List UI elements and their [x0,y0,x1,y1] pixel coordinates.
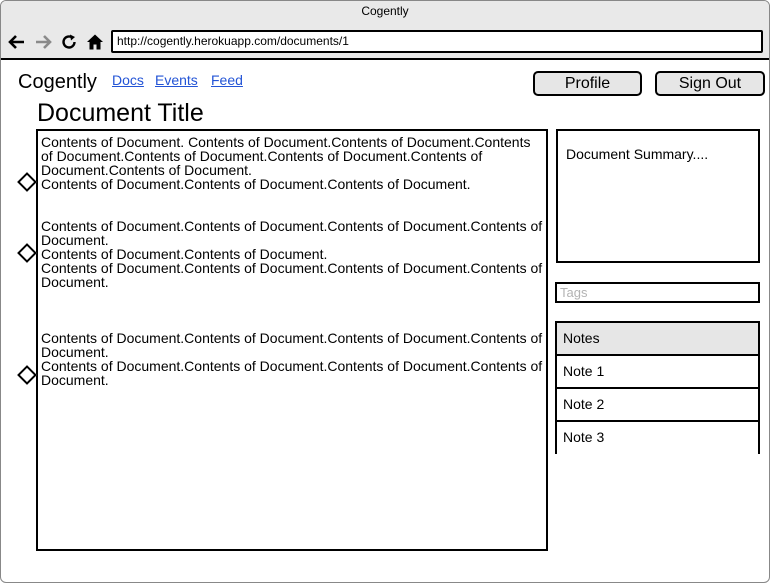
paragraph-marker-diamond-icon[interactable] [17,243,37,263]
browser-toolbar: http://cogently.herokuapp.com/documents/… [1,24,769,60]
notes-list: Notes Note 1 Note 2 Note 3 [555,321,760,455]
paragraph-line: Contents of Document.Contents of Documen… [41,246,328,262]
nav-link-feed[interactable]: Feed [211,72,243,89]
document-title: Document Title [37,99,204,127]
paragraph-line: Contents of Document.Contents of Documen… [41,330,543,360]
reload-icon[interactable] [59,30,79,54]
brand-logo[interactable]: Cogently [18,70,97,94]
paragraph-line: Contents of Document.Contents of Documen… [41,358,543,388]
window-titlebar: Cogently [1,1,769,24]
sign-out-button[interactable]: Sign Out [655,71,765,96]
notes-header: Notes [557,323,758,356]
note-item[interactable]: Note 2 [557,389,758,422]
browser-window: Cogently http://cogently.herokuapp.com/d… [0,0,770,583]
paragraph-line: Contents of Document.Contents of Documen… [41,218,543,248]
document-summary-box: Document Summary.... [556,129,760,263]
note-item[interactable]: Note 3 [557,422,758,455]
nav-link-docs[interactable]: Docs [112,72,144,89]
paragraph: Contents of Document. Contents of Docume… [41,135,545,191]
nav-link-events[interactable]: Events [155,72,198,89]
paragraph-line: Contents of Document.Contents of Documen… [41,176,471,192]
document-summary-text: Document Summary.... [566,146,709,162]
profile-button[interactable]: Profile [533,71,642,96]
note-item[interactable]: Note 1 [557,356,758,389]
window-title: Cogently [361,4,409,18]
tags-input[interactable] [555,282,760,303]
paragraph: Contents of Document.Contents of Documen… [41,331,545,387]
document-content-box: Contents of Document. Contents of Docume… [36,129,548,551]
paragraph-line: Contents of Document.Contents of Documen… [41,260,543,290]
paragraph: Contents of Document.Contents of Documen… [41,219,545,289]
paragraph-marker-diamond-icon[interactable] [17,172,37,192]
home-icon[interactable] [85,30,105,54]
back-arrow-icon[interactable] [7,30,27,54]
url-input[interactable]: http://cogently.herokuapp.com/documents/… [111,30,763,53]
paragraph-line: Contents of Document. Contents of Docume… [41,134,531,178]
forward-arrow-icon[interactable] [33,30,53,54]
paragraph-marker-diamond-icon[interactable] [17,365,37,385]
